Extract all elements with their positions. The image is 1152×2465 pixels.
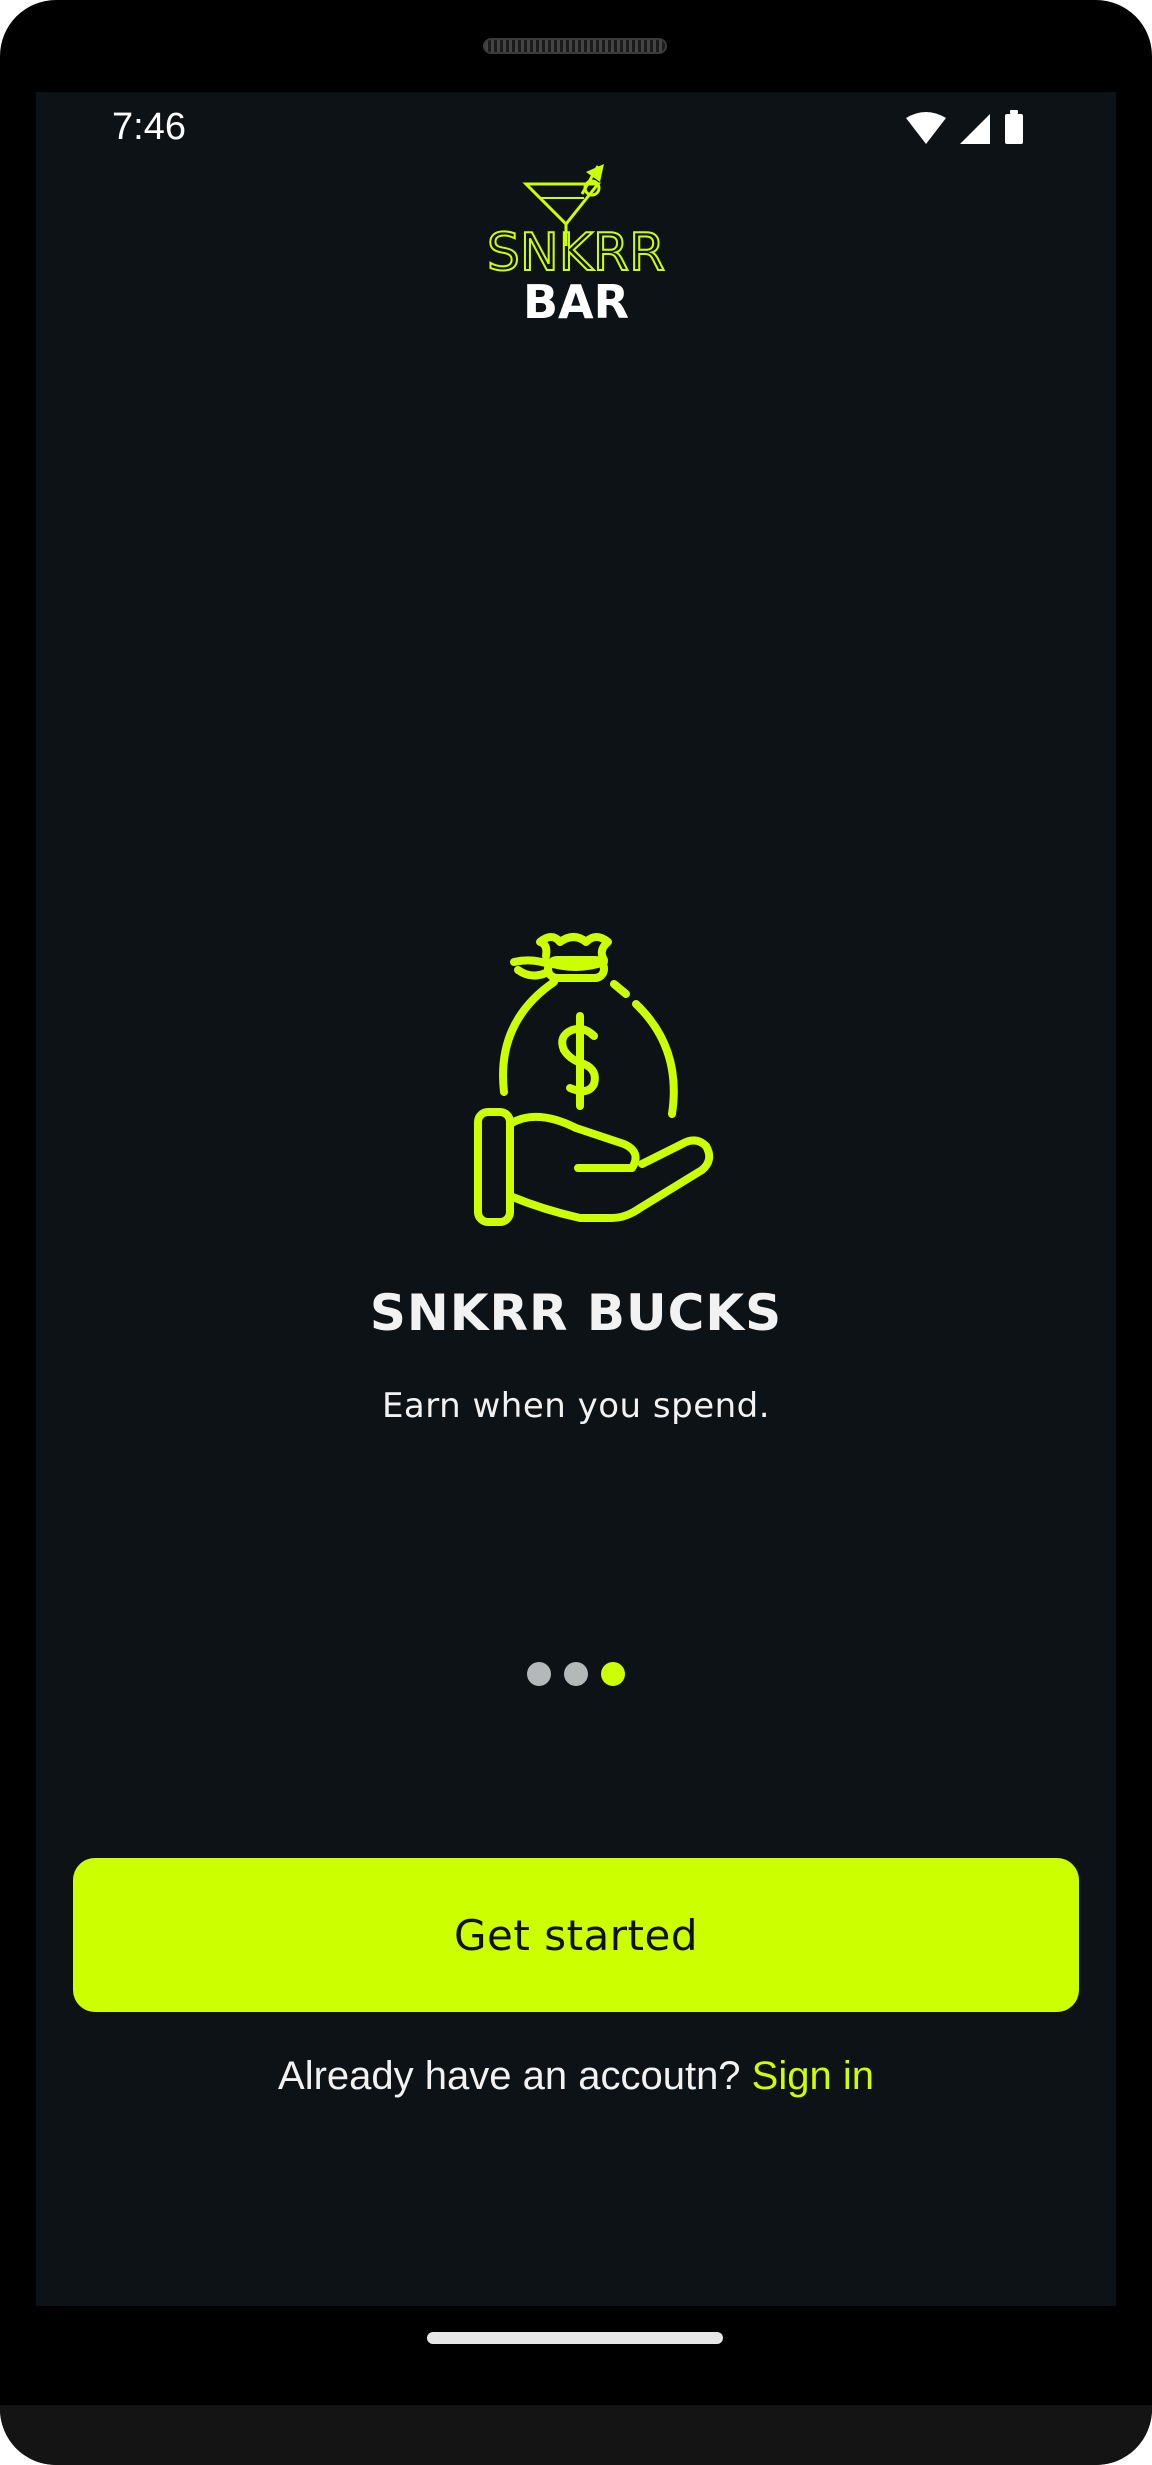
money-bag-hand-icon bbox=[474, 933, 714, 1226]
wifi-icon bbox=[906, 112, 946, 144]
cocktail-glass-icon: SNKRR BAR bbox=[486, 164, 666, 329]
status-time: 7:46 bbox=[112, 106, 186, 148]
signin-prompt-row: Already have an accoutn? Sign in bbox=[36, 2054, 1116, 2099]
page-dot-3-active[interactable] bbox=[601, 1662, 625, 1686]
onboarding-subtitle: Earn when you spend. bbox=[381, 1386, 771, 1426]
page-dot-1[interactable] bbox=[527, 1662, 551, 1686]
home-indicator[interactable] bbox=[427, 2332, 723, 2344]
logo-line1: SNKRR bbox=[487, 223, 665, 283]
battery-icon bbox=[1005, 110, 1023, 144]
page-indicator bbox=[36, 1662, 1116, 1692]
signal-icon bbox=[960, 114, 990, 144]
earpiece-speaker bbox=[483, 38, 667, 54]
signin-link[interactable]: Sign in bbox=[752, 2054, 874, 2098]
device-bottom-bezel bbox=[0, 2405, 1152, 2465]
logo-line2: BAR bbox=[523, 275, 629, 324]
app-screen: 7:46 SNKRR BAR SNKRR BUCKS Earn when you… bbox=[36, 92, 1116, 2306]
status-icons bbox=[906, 110, 1023, 144]
page-dot-2[interactable] bbox=[564, 1662, 588, 1686]
device-frame: 7:46 SNKRR BAR SNKRR BUCKS Earn when you… bbox=[0, 0, 1152, 2465]
onboarding-title: SNKRR BUCKS bbox=[369, 1284, 783, 1342]
status-bar: 7:46 bbox=[36, 92, 1116, 162]
signin-prompt-text: Already have an accoutn? bbox=[278, 2054, 752, 2098]
get-started-button[interactable]: Get started bbox=[73, 1858, 1079, 2012]
app-logo: SNKRR BAR bbox=[466, 154, 686, 329]
